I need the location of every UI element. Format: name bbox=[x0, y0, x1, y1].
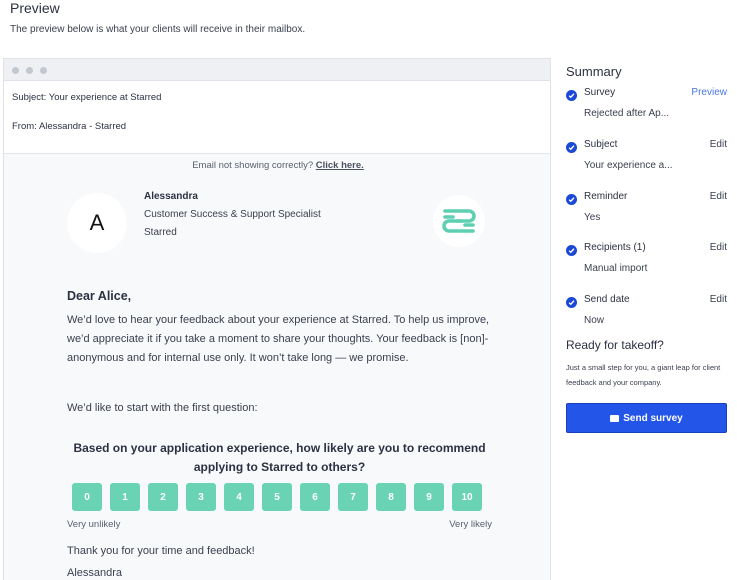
scale-button-10[interactable]: 10 bbox=[452, 483, 482, 511]
summary-title: Summary bbox=[566, 64, 622, 79]
scale-button-4[interactable]: 4 bbox=[224, 483, 254, 511]
edit-subject-button[interactable]: Edit bbox=[710, 139, 727, 150]
from-key: From: bbox=[12, 121, 37, 132]
scale-button-8[interactable]: 8 bbox=[376, 483, 406, 511]
scale-button-5[interactable]: 5 bbox=[262, 483, 292, 511]
summary-item-value: Your experience a... bbox=[584, 160, 673, 171]
send-survey-button[interactable]: Send survey bbox=[566, 403, 727, 433]
summary-item-value: Yes bbox=[584, 212, 601, 223]
check-circle-icon bbox=[566, 142, 577, 153]
sender-role: Customer Success & Support Specialist bbox=[144, 209, 321, 220]
window-dot-icon bbox=[40, 67, 47, 74]
from-value: Alessandra - Starred bbox=[38, 121, 127, 132]
email-from-row: From: Alessandra - Starred bbox=[12, 121, 126, 132]
email-thanks: Thank you for your time and feedback! bbox=[67, 545, 255, 557]
email-greeting: Dear Alice, bbox=[67, 289, 132, 303]
email-intro: We’d love to hear your feedback about yo… bbox=[67, 314, 490, 364]
summary-item-value: Manual import bbox=[584, 263, 648, 274]
scale-button-6[interactable]: 6 bbox=[300, 483, 330, 511]
check-circle-icon bbox=[566, 297, 577, 308]
page-title: Preview bbox=[10, 0, 60, 16]
scale-high-label: Very likely bbox=[449, 519, 492, 530]
rating-scale: 0 1 2 3 4 5 6 7 8 9 10 bbox=[72, 483, 482, 511]
takeoff-title: Ready for takeoff? bbox=[566, 338, 664, 352]
mail-icon bbox=[610, 414, 620, 422]
scale-low-label: Very unlikely bbox=[67, 519, 121, 530]
scale-button-1[interactable]: 1 bbox=[110, 483, 140, 511]
window-dot-icon bbox=[12, 67, 19, 74]
window-title-bar bbox=[4, 59, 550, 81]
edit-recipients-button[interactable]: Edit bbox=[710, 242, 727, 253]
not-showing-text: Email not showing correctly? bbox=[192, 160, 314, 171]
page-subtitle: The preview below is what your clients w… bbox=[10, 24, 306, 35]
email-meta: Subject: Your experience at Starred From… bbox=[4, 81, 550, 154]
click-here-link[interactable]: Click here. bbox=[316, 160, 364, 171]
email-not-showing-notice: Email not showing correctly? Click here. bbox=[4, 160, 550, 171]
subject-key: Subject: bbox=[12, 92, 47, 103]
sender-card: A Alessandra Customer Success & Support … bbox=[67, 187, 485, 267]
check-circle-icon bbox=[566, 90, 577, 101]
window-dot-icon bbox=[26, 67, 33, 74]
scale-button-0[interactable]: 0 bbox=[72, 483, 102, 511]
survey-question: Based on your application experience, ho… bbox=[73, 441, 486, 474]
email-start-question: We’d like to start with the first questi… bbox=[67, 402, 258, 414]
scale-button-3[interactable]: 3 bbox=[186, 483, 216, 511]
sender-company: Starred bbox=[144, 227, 177, 238]
summary-item-label: Recipients (1) bbox=[584, 242, 646, 253]
sender-name: Alessandra bbox=[144, 191, 198, 202]
summary-item-label: Send date bbox=[584, 294, 630, 305]
scale-button-7[interactable]: 7 bbox=[338, 483, 368, 511]
summary-item-send-date: Send date Edit Now bbox=[566, 294, 727, 342]
email-signoff: Alessandra bbox=[67, 567, 123, 579]
preview-survey-link[interactable]: Preview bbox=[691, 87, 727, 98]
takeoff-description: Just a small step for you, a giant leap … bbox=[566, 363, 721, 387]
summary-item-label: Survey bbox=[584, 87, 616, 98]
summary-item-label: Reminder bbox=[584, 191, 628, 202]
scale-button-2[interactable]: 2 bbox=[148, 483, 178, 511]
edit-send-date-button[interactable]: Edit bbox=[710, 294, 727, 305]
email-preview-window: Subject: Your experience at Starred From… bbox=[3, 58, 551, 580]
send-survey-label: Send survey bbox=[623, 412, 683, 424]
summary-item-value: Rejected after Ap... bbox=[584, 108, 670, 119]
summary-item-subject: Subject Edit Your experience a... bbox=[566, 139, 727, 187]
summary-item-reminder: Reminder Edit Yes bbox=[566, 191, 727, 239]
scale-button-9[interactable]: 9 bbox=[414, 483, 444, 511]
check-circle-icon bbox=[566, 245, 577, 256]
summary-item-value: Now bbox=[584, 315, 605, 326]
subject-value: Your experience at Starred bbox=[48, 92, 162, 103]
starred-logo-icon bbox=[433, 195, 485, 247]
summary-item-survey: Survey Preview Rejected after Ap... bbox=[566, 87, 727, 135]
edit-reminder-button[interactable]: Edit bbox=[710, 191, 727, 202]
avatar: A bbox=[67, 193, 127, 253]
check-circle-icon bbox=[566, 194, 577, 205]
summary-item-label: Subject bbox=[584, 139, 618, 150]
summary-item-recipients: Recipients (1) Edit Manual import bbox=[566, 242, 727, 290]
email-subject-row: Subject: Your experience at Starred bbox=[12, 92, 161, 103]
